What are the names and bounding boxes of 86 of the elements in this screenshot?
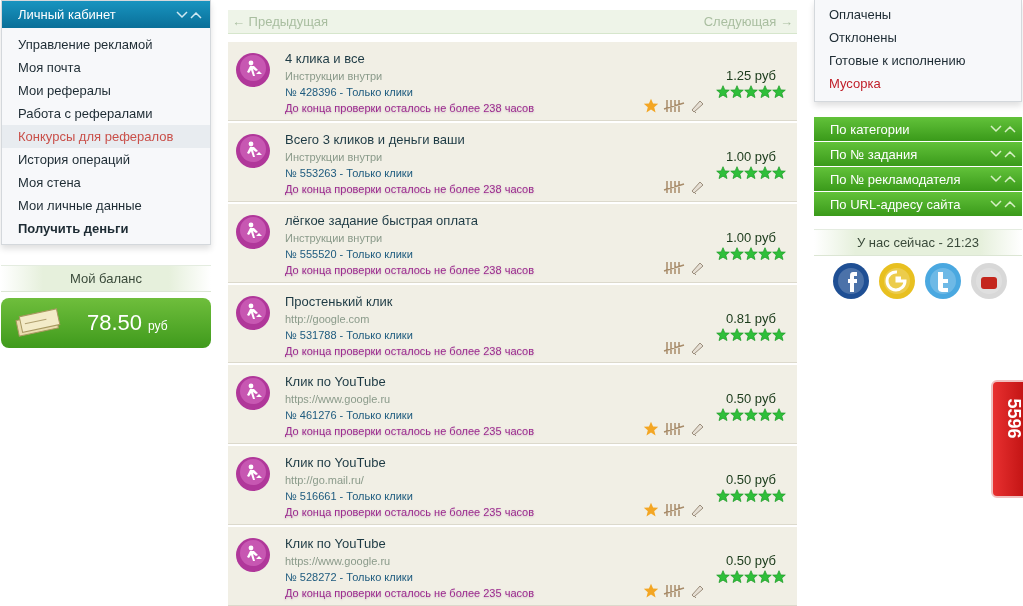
task-number: № 555520 - Только клики: [285, 246, 414, 262]
task-title[interactable]: Клик по YouTube: [285, 373, 643, 392]
deadline-text: До конца проверки осталось не более 238 часов: [285, 262, 536, 278]
task-subtitle: Инструкции внутри: [285, 68, 384, 84]
task-number: № 528272 - Только клики: [285, 570, 414, 586]
worker-badge-icon: [235, 456, 271, 493]
menu-item[interactable]: Мои личные данные: [2, 194, 210, 217]
task-title[interactable]: Всего 3 кликов и деньги ваши: [285, 130, 663, 149]
tally-icon[interactable]: [663, 422, 685, 437]
banknote-icon: [13, 308, 63, 338]
tally-icon[interactable]: [663, 503, 685, 518]
task-number: № 553263 - Только клики: [285, 165, 414, 181]
task-title[interactable]: лёгкое задание быстрая оплата: [285, 211, 663, 230]
deadline-text: До конца проверки осталось не более 238 часов: [285, 343, 536, 359]
menu-item[interactable]: Работа с рефералами: [2, 102, 210, 125]
menu-item[interactable]: Отклонены: [815, 26, 1021, 49]
star-icon[interactable]: [643, 582, 659, 599]
currency-label: руб: [148, 319, 168, 333]
clock-text: У нас сейчас - 21:23: [814, 229, 1022, 256]
filter-label: По № рекламодателя: [830, 171, 961, 187]
price-text: 0.50 руб: [725, 553, 777, 569]
task-subtitle: Инструкции внутри: [285, 230, 384, 246]
filter-label: По URL-адресу сайта: [830, 196, 961, 212]
tally-icon[interactable]: [663, 341, 685, 356]
task-title[interactable]: Простенький клик: [285, 292, 663, 311]
task-title[interactable]: Клик по YouTube: [285, 454, 643, 473]
task-number: № 428396 - Только клики: [285, 84, 414, 100]
menu-title: Личный кабинет: [18, 7, 116, 22]
menu-item[interactable]: Мусорка: [815, 72, 1021, 95]
chevron-icon[interactable]: [990, 149, 1016, 159]
filter-label: По № задания: [830, 146, 918, 162]
social-badge-icon[interactable]: [832, 262, 870, 300]
chevron-icon[interactable]: [990, 124, 1016, 134]
task-subtitle: http://google.com: [285, 311, 371, 327]
price-text: 1.00 руб: [725, 229, 777, 245]
deadline-text: До конца проверки осталось не более 235 часов: [285, 586, 536, 602]
menu-item[interactable]: История операций: [2, 148, 210, 171]
chevron-icon[interactable]: [990, 199, 1016, 209]
chevron-icon[interactable]: [176, 9, 202, 20]
tally-icon[interactable]: [663, 583, 685, 598]
task-number: № 461276 - Только клики: [285, 408, 414, 424]
price-text: 1.00 руб: [725, 148, 777, 164]
star-icon[interactable]: [643, 421, 659, 438]
video-badge-icon[interactable]: [970, 262, 1008, 300]
menu-item[interactable]: Оплачены: [815, 3, 1021, 26]
menu-item[interactable]: Мои рефералы: [2, 79, 210, 102]
menu-item[interactable]: Готовые к исполнению: [815, 49, 1021, 72]
worker-badge-icon: [235, 294, 271, 331]
task-subtitle: http://go.mail.ru/: [285, 473, 365, 489]
menu-item[interactable]: Конкурсы для рефералов: [2, 125, 210, 148]
task-title[interactable]: Клик по YouTube: [285, 535, 643, 554]
task-subtitle: https://www.google.ru: [285, 392, 392, 408]
balance-title: Мой баланс: [1, 265, 211, 292]
price-text: 1.25 руб: [725, 67, 777, 83]
task-number: № 531788 - Только клики: [285, 327, 414, 343]
deadline-text: До конца проверки осталось не более 235 часов: [285, 424, 536, 440]
star-icon[interactable]: [643, 502, 659, 519]
worker-badge-icon: [235, 51, 271, 88]
deadline-text: До конца проверки осталось не более 238 часов: [285, 100, 536, 116]
worker-badge-icon: [235, 537, 271, 574]
counter-value: 5596: [1002, 398, 1023, 439]
task-subtitle: https://www.google.ru: [285, 554, 392, 570]
deadline-text: До конца проверки осталось не более 235 часов: [285, 505, 536, 521]
tally-icon[interactable]: [663, 179, 685, 194]
deadline-text: До конца проверки осталось не более 238 часов: [285, 181, 536, 197]
price-text: 0.81 руб: [725, 310, 777, 326]
task-title[interactable]: 4 клика и все: [285, 49, 643, 68]
chevron-icon[interactable]: [990, 174, 1016, 184]
counter-tab[interactable]: 5596: [991, 380, 1023, 498]
tally-icon[interactable]: [663, 260, 685, 275]
tally-icon[interactable]: [663, 98, 685, 113]
task-number: № 516661 - Только клики: [285, 489, 414, 505]
balance-amount: 78.50: [87, 310, 143, 336]
task-subtitle: Инструкции внутри: [285, 149, 384, 165]
worker-badge-icon: [235, 375, 271, 412]
menu-item[interactable]: Управление рекламой: [2, 33, 210, 56]
menu-header[interactable]: Личный кабинет: [2, 1, 210, 28]
star-icon[interactable]: [643, 97, 659, 114]
price-text: 0.50 руб: [725, 391, 777, 407]
price-text: 0.50 руб: [725, 472, 777, 488]
menu-item[interactable]: Моя почта: [2, 56, 210, 79]
menu-item[interactable]: Получить деньги: [2, 217, 210, 240]
worker-badge-icon: [235, 213, 271, 250]
worker-badge-icon: [235, 132, 271, 169]
menu-item[interactable]: Моя стена: [2, 171, 210, 194]
filter-label: По категории: [830, 121, 910, 137]
